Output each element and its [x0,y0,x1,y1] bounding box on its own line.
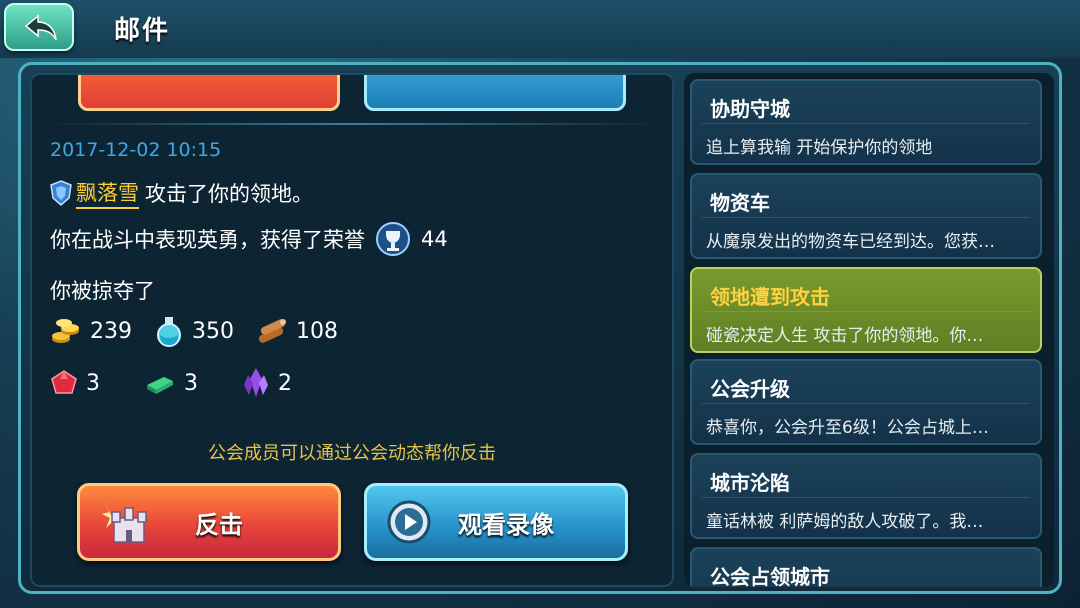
gold-value: 239 [90,318,132,344]
mail-item-divider [702,311,1030,312]
watch-replay-label: 观看录像 [458,510,554,539]
attacker-name-link[interactable]: 飘落雪 [76,177,139,209]
purple-crystal-value: 2 [278,370,292,396]
counterattack-label: 反击 [195,510,243,539]
potion-value: 350 [192,318,234,344]
mail-item[interactable]: 协助守城 追上算我输 开始保护你的领地 [690,79,1042,165]
mail-detail-panel: 2017-12-02 10:15 飘落雪 攻击了你的领地。 你在战斗中表现英勇，… [30,73,674,587]
mail-item-preview: 碰瓷决定人生 攻击了你的领地。你… [706,326,984,346]
mail-item-preview: 从魔泉发出的物资车已经到达。您获… [706,232,995,252]
castle-icon [102,502,147,543]
resource-row-2: 3 3 2 [50,367,314,399]
mail-item[interactable]: 公会占领城市 [690,547,1042,587]
mail-item-title: 物资车 [710,191,770,215]
wood-value: 108 [296,318,338,344]
gold-coins-icon [52,319,79,343]
green-bar-icon [147,377,173,394]
red-gem-value: 3 [86,370,100,396]
mail-list: 协助守城 追上算我输 开始保护你的领地 物资车 从魔泉发出的物资车已经到达。您获… [684,73,1054,587]
attack-line: 飘落雪 攻击了你的领地。 [50,177,313,209]
top-bar: 邮件 [0,0,1080,58]
purple-crystal-icon [244,368,268,397]
mail-item-title: 协助守城 [710,97,790,121]
mail-item-selected[interactable]: 领地遭到攻击 碰瓷决定人生 攻击了你的领地。你… [690,267,1042,353]
attack-text: 攻击了你的领地。 [145,182,313,206]
play-icon [387,500,431,544]
mail-item-title: 公会升级 [710,377,790,401]
mail-date: 2017-12-02 10:15 [50,139,222,161]
mail-item-divider [702,217,1030,218]
scrolled-watch-replay-button[interactable] [364,75,626,111]
page-title: 邮件 [114,16,171,46]
back-button[interactable] [4,3,74,51]
resource-wood: 108 [256,317,338,345]
mail-item-preview: 追上算我输 开始保护你的领地 [706,138,933,158]
mail-item-title: 领地遭到攻击 [710,285,830,309]
resource-row-1: 239 350 108 [50,315,360,347]
green-bar-value: 3 [184,370,198,396]
counterattack-hint: 公会成员可以通过公会动态帮你反击 [208,443,496,464]
honor-value: 44 [421,227,448,251]
mail-item-preview: 童话林被 利萨姆的敌人攻破了。我… [706,512,984,532]
mail-item[interactable]: 物资车 从魔泉发出的物资车已经到达。您获… [690,173,1042,259]
mail-item[interactable]: 公会升级 恭喜你，公会升至6级！公会占城上… [690,359,1042,445]
mail-item-divider [702,123,1030,124]
mail-item-title: 城市沦陷 [710,471,790,495]
mail-item-divider [702,497,1030,498]
back-arrow-icon [24,14,57,41]
honor-trophy-icon [376,222,410,256]
plunder-text: 你被掠夺了 [50,279,155,303]
honor-text: 你在战斗中表现英勇，获得了荣誉 [50,228,365,252]
mail-item-title: 公会占领城市 [710,565,830,587]
counterattack-button[interactable]: 反击 [77,483,341,561]
resource-potion: 350 [154,315,234,347]
mail-item-divider [702,403,1030,404]
resource-red-gem: 3 [50,369,100,397]
red-gem-icon [51,370,77,394]
mail-item[interactable]: 城市沦陷 童话林被 利萨姆的敌人攻破了。我… [690,453,1042,539]
divider [46,123,662,125]
mail-item-preview: 恭喜你，公会升至6级！公会占城上… [706,418,989,438]
potion-flask-icon [157,317,181,347]
resource-green-bar: 3 [144,369,198,397]
watch-replay-button[interactable]: 观看录像 [364,483,628,561]
honor-line: 你在战斗中表现英勇，获得了荣誉 44 [50,222,448,256]
resource-purple-crystal: 2 [242,367,292,399]
resource-gold: 239 [50,316,132,346]
scrolled-attack-button[interactable] [78,75,340,111]
guild-shield-icon [50,180,72,206]
wood-logs-icon [258,319,286,343]
